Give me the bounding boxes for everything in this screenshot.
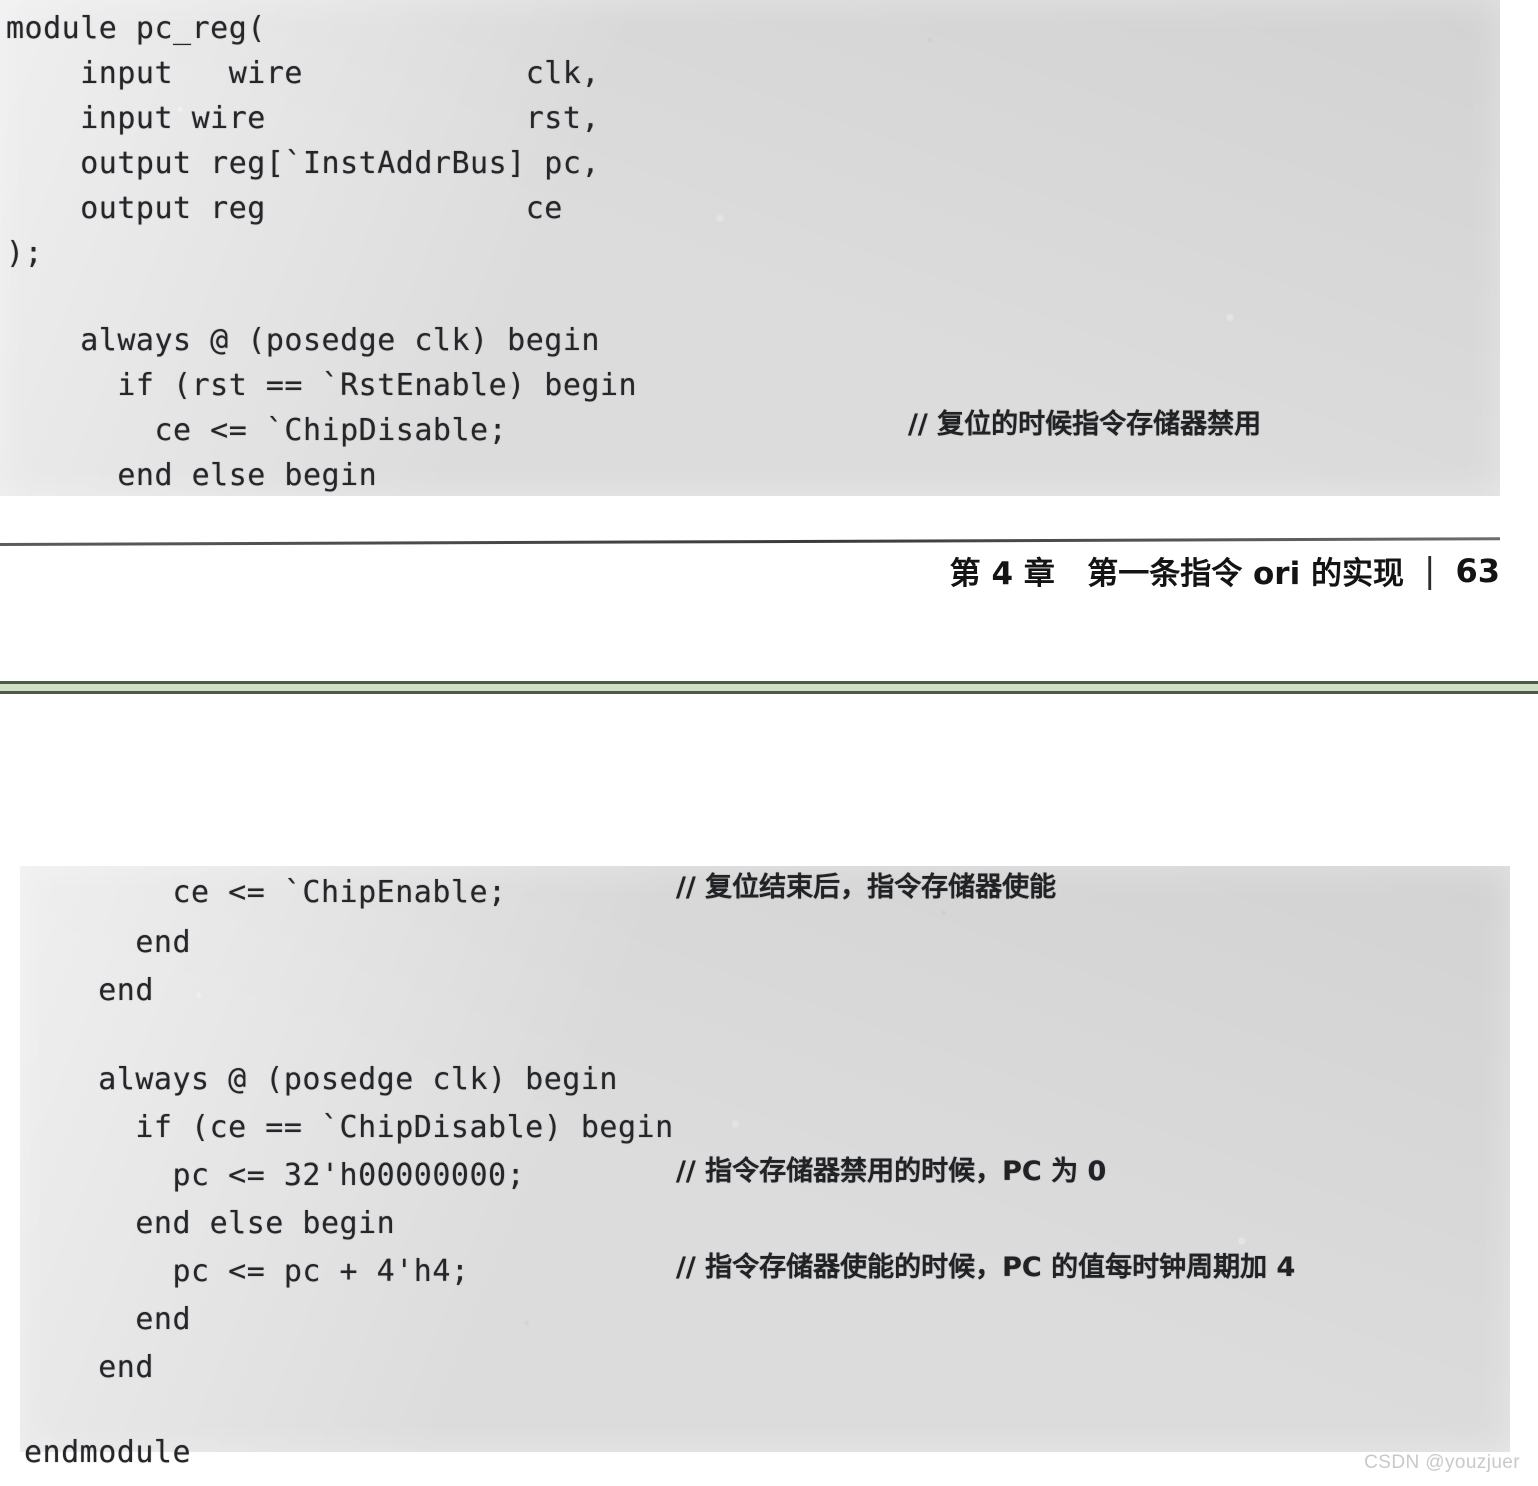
code-line: output reg[`InstAddrBus] pc, [6, 146, 600, 181]
code-comment: // 指令存储器禁用的时候，PC 为 0 [676, 1156, 1107, 1187]
code-line: pc <= pc + 4'h4; [24, 1254, 470, 1289]
code-line: end [24, 973, 154, 1008]
code-line: ce <= `ChipDisable; [6, 413, 508, 448]
footer-rule [0, 537, 1500, 546]
code-line: endmodule [24, 1435, 192, 1470]
code-line: input wire rst, [6, 101, 600, 136]
code-comment: // 复位结束后，指令存储器使能 [676, 872, 1057, 903]
code-line: if (rst == `RstEnable) begin [6, 368, 638, 403]
code-line: end [24, 1302, 192, 1337]
code-line: ce <= `ChipEnable; [24, 875, 507, 910]
code-line: pc <= 32'h00000000; [24, 1158, 526, 1193]
csdn-watermark: CSDN @youzjuer [1364, 1452, 1520, 1473]
code-line: end [24, 1350, 154, 1385]
page-number: 63 [1455, 551, 1500, 590]
code-comment: // 指令存储器使能的时候，PC 的值每时钟周期加 4 [676, 1252, 1296, 1283]
code-line: end [24, 925, 192, 960]
code-line: always @ (posedge clk) begin [24, 1062, 618, 1097]
code-comment: // 复位的时候指令存储器禁用 [908, 409, 1262, 440]
code-line: end else begin [6, 458, 378, 493]
code-line: input wire clk, [6, 56, 600, 91]
code-line: end else begin [24, 1206, 396, 1241]
footer-chapter-title: 第 4 章 第一条指令 ori 的实现 [949, 556, 1404, 592]
scan-separator-band [0, 681, 1538, 694]
code-line: module pc_reg( [6, 11, 266, 46]
page-footer: 第 4 章 第一条指令 ori 的实现 | 63 [950, 548, 1500, 593]
code-line: output reg ce [6, 191, 563, 226]
code-line: ); [6, 236, 44, 271]
footer-separator: | [1424, 550, 1436, 591]
code-line: if (ce == `ChipDisable) begin [24, 1110, 674, 1145]
code-line: always @ (posedge clk) begin [6, 323, 600, 358]
